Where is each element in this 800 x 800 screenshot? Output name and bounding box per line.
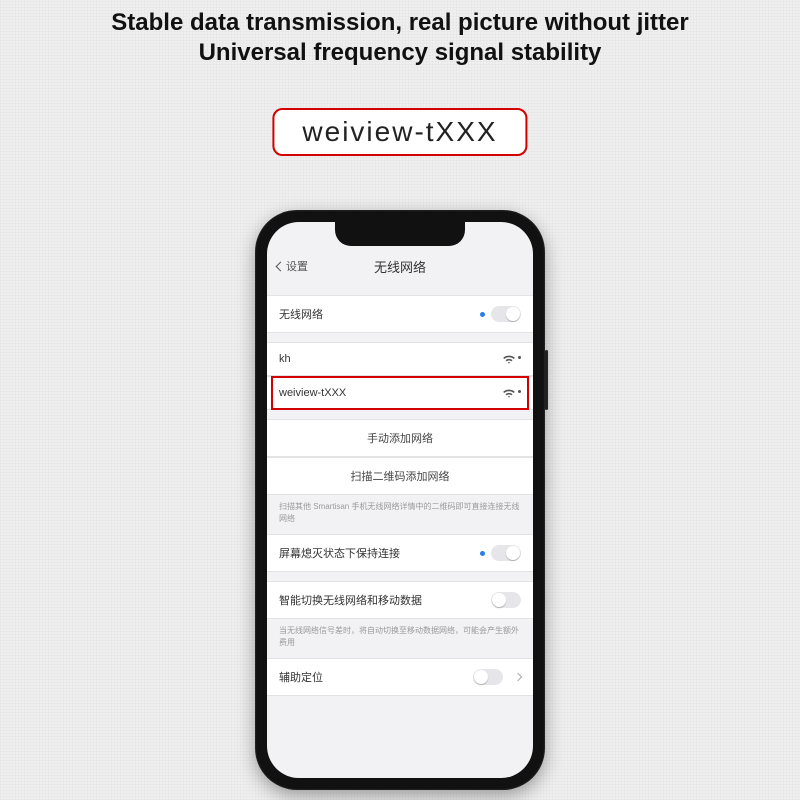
add-qr-label: 扫描二维码添加网络 <box>351 468 450 484</box>
add-manual-label: 手动添加网络 <box>367 430 433 446</box>
chevron-left-icon <box>276 261 286 271</box>
wifi-signal-icon <box>502 353 521 365</box>
keep-connection-row[interactable]: 屏幕熄灭状态下保持连接 <box>267 534 533 572</box>
status-dot-icon <box>480 551 485 556</box>
network-name: kh <box>279 353 291 365</box>
page-title: 无线网络 <box>374 257 426 276</box>
network-name: weiview-tXXX <box>279 387 346 399</box>
smart-switch-row[interactable]: 智能切换无线网络和移动数据 <box>267 581 533 619</box>
add-network-qr[interactable]: 扫描二维码添加网络 <box>267 457 533 495</box>
highlight-pill: weiview-tXXX <box>272 108 527 156</box>
keep-connection-toggle[interactable] <box>491 545 521 561</box>
headline-line2: Universal frequency signal stability <box>0 38 800 68</box>
headline: Stable data transmission, real picture w… <box>0 8 800 68</box>
chevron-right-icon <box>514 673 522 681</box>
smart-switch-label: 智能切换无线网络和移动数据 <box>279 592 422 608</box>
headline-line1: Stable data transmission, real picture w… <box>0 8 800 38</box>
network-row-weiview[interactable]: weiview-tXXX <box>267 376 533 410</box>
assist-location-row[interactable]: 辅助定位 <box>267 658 533 696</box>
smart-switch-note: 当无线网络信号差时，将自动切换至移动数据网络，可能会产生额外费用 <box>267 619 533 659</box>
phone-screen: 设置 无线网络 无线网络 kh wei <box>267 222 533 778</box>
smart-switch-toggle[interactable] <box>491 592 521 608</box>
phone-frame: 设置 无线网络 无线网络 kh wei <box>255 210 545 790</box>
keep-connection-label: 屏幕熄灭状态下保持连接 <box>279 545 400 561</box>
wifi-master-label: 无线网络 <box>279 306 323 322</box>
back-label: 设置 <box>286 258 308 274</box>
assist-location-toggle[interactable] <box>473 669 503 685</box>
settings-list: 无线网络 kh weiview-tXXX <box>267 286 533 778</box>
wifi-master-row[interactable]: 无线网络 <box>267 295 533 333</box>
network-row-kh[interactable]: kh <box>267 342 533 376</box>
navbar: 设置 无线网络 <box>267 250 533 282</box>
qr-note: 扫描其他 Smartisan 手机无线网络详情中的二维码即可直接连接无线网络 <box>267 495 533 535</box>
wifi-signal-icon <box>502 387 521 399</box>
add-network-manual[interactable]: 手动添加网络 <box>267 419 533 457</box>
back-button[interactable]: 设置 <box>277 258 308 274</box>
assist-location-label: 辅助定位 <box>279 669 323 685</box>
status-dot-icon <box>480 312 485 317</box>
phone-notch <box>335 222 465 246</box>
wifi-toggle[interactable] <box>491 306 521 322</box>
